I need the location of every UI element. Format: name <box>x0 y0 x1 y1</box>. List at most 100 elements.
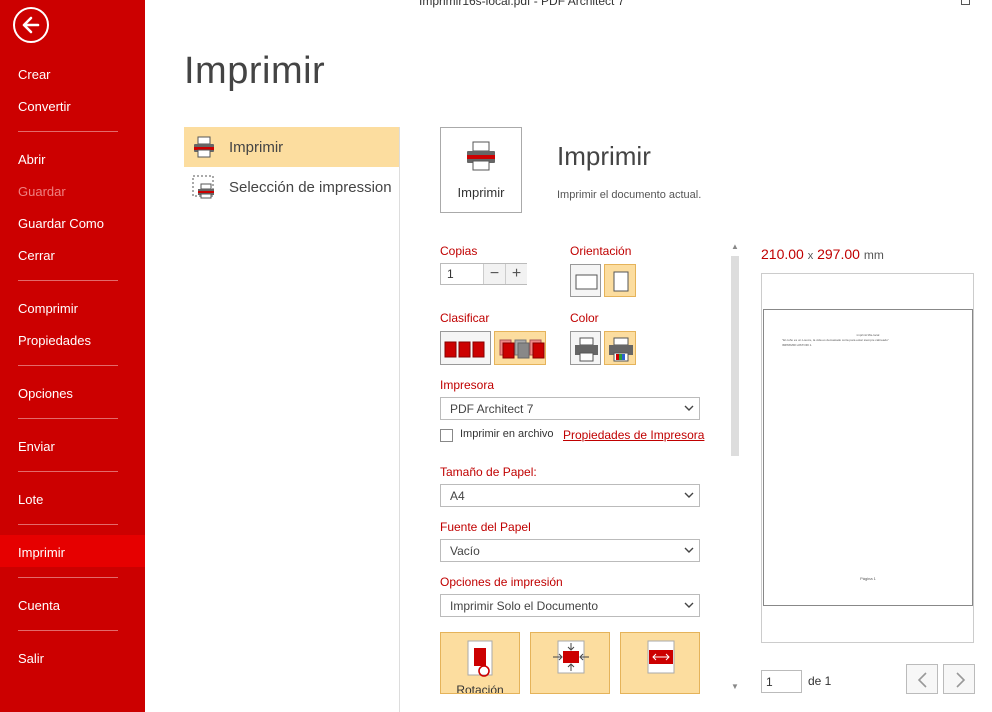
print-button[interactable]: Imprimir <box>440 127 522 213</box>
nav-item-guardar: Guardar <box>18 184 66 199</box>
scroll-up-icon[interactable]: ▲ <box>731 242 739 251</box>
copies-label: Copias <box>440 244 478 258</box>
chevron-down-icon <box>684 547 694 553</box>
shrink-to-page-icon <box>553 640 589 674</box>
decrement-button[interactable]: − <box>483 264 505 284</box>
print-button-label: Imprimir <box>457 185 505 200</box>
print-heading: Imprimir <box>557 141 651 171</box>
nav-item-abrir[interactable]: Abrir <box>18 152 45 167</box>
printer-icon <box>465 140 497 177</box>
subnav-label: Imprimir <box>229 139 284 156</box>
nav-item-guardar-como[interactable]: Guardar Como <box>18 216 104 231</box>
orientation-label: Orientación <box>570 244 632 258</box>
print-options-label: Opciones de impresión <box>440 575 563 589</box>
color-printer-icon <box>609 337 633 362</box>
subnav-item-imprimir[interactable]: Imprimir <box>184 127 399 167</box>
print-description: Imprimir el documento actual. <box>557 189 702 201</box>
nav-item-convertir[interactable]: Convertir <box>18 99 71 114</box>
preview-doc-title: imprimir16s-local <box>856 333 880 337</box>
paper-size-select[interactable]: A4 <box>440 484 700 507</box>
printer-properties-link[interactable]: Propiedades de Impresora <box>563 428 704 442</box>
paper-source-value: Vacío <box>450 544 480 558</box>
color-label: Color <box>570 311 599 325</box>
scroll-down-icon[interactable]: ▼ <box>731 682 739 691</box>
previous-page-button[interactable] <box>906 664 938 694</box>
window-title: Imprimir16s-local.pdf - PDF Architect 7 <box>419 0 625 8</box>
chevron-down-icon <box>684 492 694 498</box>
nav-item-lote[interactable]: Lote <box>18 492 43 507</box>
nav-divider <box>18 418 118 419</box>
print-options-select[interactable]: Imprimir Solo el Documento <box>440 594 700 617</box>
paper-dimensions: 210.00 x 297.00 mm <box>761 246 884 262</box>
nav-item-salir[interactable]: Salir <box>18 651 44 666</box>
preview-doc-line: IMPRIMIR HISTORI 1. <box>782 343 813 347</box>
grayscale-button[interactable] <box>570 331 601 365</box>
print-selection-icon <box>192 175 216 199</box>
subnav-label: Selección de impression <box>229 179 392 196</box>
paper-source-select[interactable]: Vacío <box>440 539 700 562</box>
nav-divider <box>18 577 118 578</box>
paper-unit: mm <box>863 248 884 262</box>
scroll-thumb[interactable] <box>731 256 739 456</box>
nav-divider <box>18 131 118 132</box>
nav-item-imprimir[interactable]: Imprimir <box>18 545 65 560</box>
landscape-button[interactable] <box>570 264 601 297</box>
increment-button[interactable]: + <box>505 264 527 284</box>
settings-scrollbar[interactable]: ▲ ▼ <box>729 242 741 694</box>
chevron-right-icon <box>956 672 966 688</box>
landscape-icon <box>575 274 598 290</box>
nav-item-propiedades[interactable]: Propiedades <box>18 333 91 348</box>
print-preview: imprimir16s-local "El coño es un Louvre,… <box>761 273 974 643</box>
chevron-left-icon <box>917 672 927 688</box>
next-page-button[interactable] <box>943 664 975 694</box>
uncollated-pages-icon <box>499 339 545 359</box>
back-button[interactable] <box>13 7 49 43</box>
nav-item-cuenta[interactable]: Cuenta <box>18 598 60 613</box>
fit-to-page-button[interactable] <box>530 632 610 694</box>
collated-pages-icon <box>444 341 485 358</box>
preview-footer: Página 1 <box>860 576 876 581</box>
nav-item-cerrar[interactable]: Cerrar <box>18 248 55 263</box>
portrait-icon <box>613 271 629 292</box>
nav-divider <box>18 280 118 281</box>
print-to-file-label: Imprimir en archivo <box>460 428 554 440</box>
copies-value: 1 <box>447 267 454 281</box>
printer-select[interactable]: PDF Architect 7 <box>440 397 700 420</box>
copies-stepper[interactable]: 1 − + <box>440 263 527 285</box>
printer-label: Impresora <box>440 378 495 392</box>
nav-item-comprimir[interactable]: Comprimir <box>18 301 78 316</box>
printer-icon <box>192 135 216 159</box>
subnav-item-seleccion[interactable]: Selección de impression <box>184 167 399 207</box>
color-print-button[interactable] <box>604 331 636 365</box>
paper-height: 297.00 <box>817 246 860 262</box>
chevron-down-icon <box>684 602 694 608</box>
restore-window-button[interactable] <box>961 0 970 5</box>
arrow-left-icon <box>22 16 40 34</box>
nav-item-crear[interactable]: Crear <box>18 67 51 82</box>
expand-width-icon <box>647 640 675 674</box>
nav-divider <box>18 471 118 472</box>
expand-to-page-button[interactable] <box>620 632 700 694</box>
print-options-value: Imprimir Solo el Documento <box>450 599 599 613</box>
paper-width: 210.00 <box>761 246 804 262</box>
chevron-down-icon <box>684 405 694 411</box>
page-count-label: de 1 <box>808 674 832 688</box>
portrait-button[interactable] <box>604 264 636 297</box>
dimension-separator: x <box>807 250 814 262</box>
nav-divider <box>18 524 118 525</box>
print-to-file-checkbox[interactable] <box>440 429 453 442</box>
paper-size-label: Tamaño de Papel: <box>440 465 537 479</box>
preview-doc-line: "El coño es un Louvre, la vida es demasi… <box>782 338 889 342</box>
uncollate-button[interactable] <box>494 331 546 365</box>
page-number-value: 1 <box>766 675 773 689</box>
nav-item-enviar[interactable]: Enviar <box>18 439 55 454</box>
printer-value: PDF Architect 7 <box>450 402 534 416</box>
backstage-nav: Crear Convertir Abrir Guardar Guardar Co… <box>0 0 145 712</box>
collate-label: Clasificar <box>440 311 490 325</box>
collate-button[interactable] <box>440 331 491 365</box>
page-number-input[interactable]: 1 <box>761 670 802 693</box>
paper-source-label: Fuente del Papel <box>440 520 531 534</box>
rotation-button[interactable]: Rotación <box>440 632 520 694</box>
rotation-label: Rotación <box>456 683 504 694</box>
nav-item-opciones[interactable]: Opciones <box>18 386 73 401</box>
